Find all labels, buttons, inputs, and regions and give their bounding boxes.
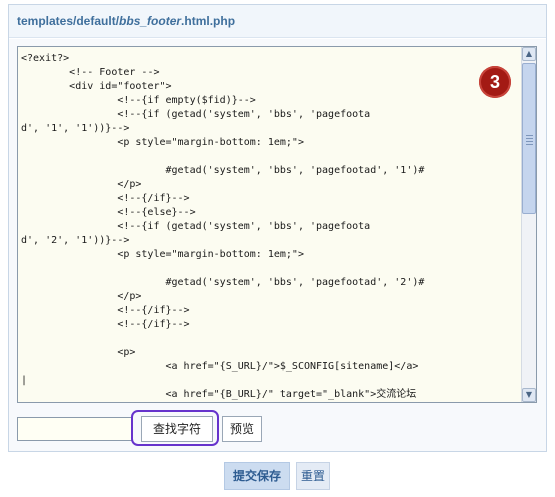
panel-body: <?exit?> <!-- Footer --> <div id="footer… xyxy=(9,39,546,451)
file-path-header: templates/default/bbs_footer.html.php xyxy=(9,5,546,38)
find-button[interactable]: 查找字符 xyxy=(141,416,213,442)
preview-button[interactable]: 预览 xyxy=(222,416,262,442)
grip-line xyxy=(526,144,533,145)
vertical-scrollbar[interactable]: ▲ ▼ xyxy=(521,47,536,402)
template-editor-panel: templates/default/bbs_footer.html.php <?… xyxy=(8,4,547,452)
scroll-down-arrow-icon[interactable]: ▼ xyxy=(522,388,536,402)
grip-line xyxy=(526,138,533,139)
find-text-input[interactable] xyxy=(17,417,133,441)
file-name: bbs_footer xyxy=(119,14,182,28)
submit-save-button[interactable]: 提交保存 xyxy=(224,462,290,490)
step-badge: 3 xyxy=(479,66,511,98)
code-textarea[interactable]: <?exit?> <!-- Footer --> <div id="footer… xyxy=(18,47,522,402)
scrollbar-thumb[interactable] xyxy=(522,63,536,214)
file-path-prefix: templates/default/ xyxy=(17,14,120,28)
file-extension: .html.php xyxy=(181,14,236,28)
reset-button[interactable]: 重置 xyxy=(296,462,330,490)
grip-line xyxy=(526,135,533,136)
scroll-up-arrow-icon[interactable]: ▲ xyxy=(522,47,536,61)
grip-line xyxy=(526,141,533,142)
code-editor[interactable]: <?exit?> <!-- Footer --> <div id="footer… xyxy=(17,46,537,403)
